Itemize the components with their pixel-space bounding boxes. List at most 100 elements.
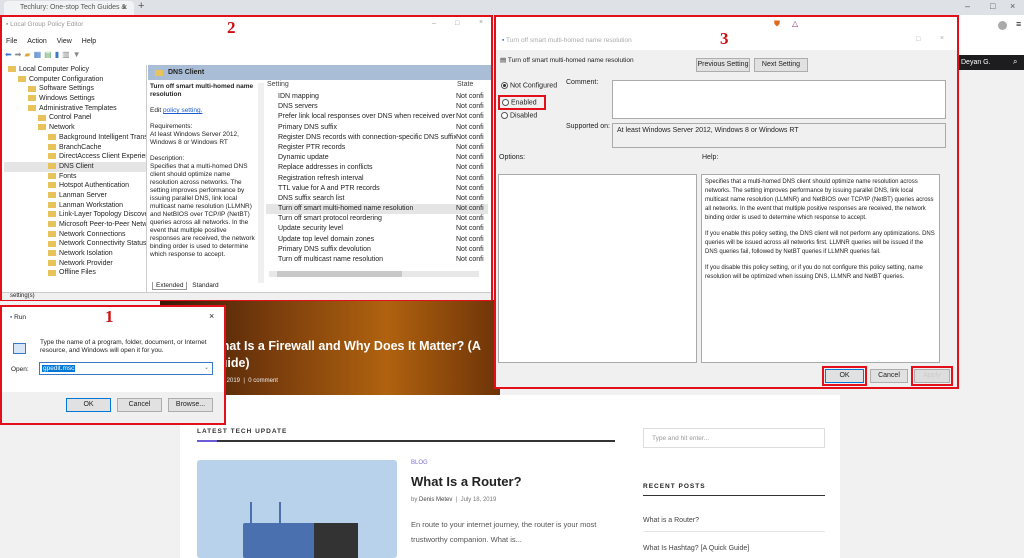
tree-item[interactable]: Local Computer Policy (4, 65, 146, 75)
export-icon[interactable]: ▤ (44, 50, 55, 59)
menu-help[interactable]: Help (82, 38, 96, 45)
tree-item[interactable]: Administrative Templates (4, 104, 146, 114)
close-icon[interactable]: × (479, 19, 483, 26)
setting-row[interactable]: Registration refresh interval Not confi (266, 174, 488, 184)
tree-item[interactable]: BranchCache (4, 143, 146, 153)
column-setting[interactable]: Setting (267, 81, 289, 88)
help-icon[interactable]: ▮ (55, 50, 62, 59)
tree-item[interactable]: Network (4, 123, 146, 133)
close-window-icon[interactable]: × (1010, 1, 1015, 11)
minimize-icon[interactable]: – (432, 20, 436, 27)
tree-item[interactable]: Hotspot Authentication (4, 181, 146, 191)
post-title[interactable]: What Is a Router? (411, 474, 522, 489)
tab-standard[interactable]: Standard (189, 282, 221, 289)
tree-item[interactable]: Microsoft Peer-to-Peer Netw (4, 220, 146, 230)
tree-item[interactable]: Software Settings (4, 84, 146, 94)
recent-post-link[interactable]: What Is Hashtag? [A Quick Guide] (643, 545, 749, 552)
radio-not-configured[interactable]: Not Configured (501, 82, 557, 89)
tree-item[interactable]: DirectAccess Client Experien (4, 152, 146, 162)
brave-shield-icon[interactable]: ⛊ (774, 19, 780, 29)
menu-view[interactable]: View (57, 38, 72, 45)
menu-icon[interactable]: ≡ (1016, 19, 1021, 29)
post-author[interactable]: Denis Metev (419, 497, 452, 503)
search-icon[interactable]: ⌕ (1013, 57, 1017, 67)
forward-icon[interactable]: ➡ (15, 50, 25, 59)
tree-item[interactable]: Network Connections (4, 230, 146, 240)
tree-item[interactable]: Network Isolation (4, 249, 146, 259)
post-category[interactable]: BLOG (411, 460, 428, 466)
tree-item[interactable]: Link-Layer Topology Discove (4, 210, 146, 220)
tree-item[interactable]: Lanman Workstation (4, 201, 146, 211)
setting-row[interactable]: Turn off smart protocol reordering Not co… (266, 214, 488, 224)
chevron-down-icon[interactable]: ⌄ (204, 364, 209, 371)
setting-row[interactable]: Turn off smart multi-homed name resoluti… (266, 204, 488, 215)
setting-row[interactable]: Primary DNS suffix devolution Not confi (266, 245, 488, 255)
new-tab-icon[interactable]: + (138, 0, 144, 12)
close-icon[interactable]: × (940, 35, 944, 42)
user-name[interactable]: Deyan G. (961, 59, 991, 66)
tree-item[interactable]: Background Intelligent Trans (4, 133, 146, 143)
open-combobox[interactable]: gpedit.msc ⌄ (39, 362, 213, 375)
router-image[interactable] (197, 460, 397, 558)
show-hide-tree-icon[interactable]: ▦ (34, 50, 45, 59)
maximize-icon[interactable]: □ (990, 1, 995, 11)
hero-title[interactable]: What Is a Firewall and Why Does It Matte… (210, 338, 510, 372)
hero-comments[interactable]: 0 comment (248, 378, 278, 384)
browser-tab[interactable]: Techlury: One-stop Tech Guides & (4, 1, 134, 15)
column-state[interactable]: State (457, 81, 473, 88)
radio-disabled[interactable]: Disabled (501, 112, 537, 119)
setting-row[interactable]: Prefer link local responses over DNS whe… (266, 112, 488, 122)
menu-action[interactable]: Action (27, 38, 46, 45)
tree-item[interactable]: Network Provider (4, 259, 146, 269)
setting-row[interactable]: IDN mapping Not confi (266, 92, 488, 102)
horizontal-scrollbar[interactable] (269, 271, 479, 277)
comment-textarea[interactable] (612, 80, 946, 119)
maximize-icon[interactable]: □ (916, 36, 920, 43)
tree-item[interactable]: Fonts (4, 172, 146, 182)
menu-file[interactable]: File (6, 38, 17, 45)
setting-row[interactable]: TTL value for A and PTR records Not confi (266, 184, 488, 194)
tree-item[interactable]: Control Panel (4, 113, 146, 123)
tree-item[interactable]: Lanman Server (4, 191, 146, 201)
browse-button[interactable]: Browse... (168, 398, 213, 412)
profile-icon[interactable] (998, 21, 1007, 30)
properties-icon[interactable]: ▥ (62, 50, 73, 59)
cancel-button[interactable]: Cancel (870, 369, 908, 383)
setting-row[interactable]: DNS suffix search list Not confi (266, 194, 488, 204)
tree-item[interactable]: Network Connectivity Status (4, 239, 146, 249)
cancel-button[interactable]: Cancel (117, 398, 162, 412)
apply-button[interactable]: Apply (914, 369, 950, 383)
setting-row[interactable]: Replace addresses in conflicts Not confi (266, 163, 488, 173)
close-icon[interactable]: × (209, 311, 214, 321)
back-icon[interactable]: ⬅ (5, 50, 15, 59)
rewards-triangle-icon[interactable]: △ (792, 19, 798, 28)
setting-row[interactable]: Register PTR records Not confi (266, 143, 488, 153)
open-input-value[interactable]: gpedit.msc (42, 365, 76, 372)
previous-setting-button[interactable]: Previous Setting (696, 58, 750, 72)
ok-button[interactable]: OK (825, 369, 864, 383)
filter-icon[interactable]: ▼ (73, 50, 84, 59)
tab-extended[interactable]: Extended (152, 282, 188, 290)
tree-item[interactable]: Windows Settings (4, 94, 146, 104)
setting-row[interactable]: Register DNS records with connection-spe… (266, 133, 488, 143)
radio-enabled[interactable]: Enabled (498, 95, 546, 110)
tree-item[interactable]: Offline Files (4, 268, 146, 278)
setting-row[interactable]: Update security level Not confi (266, 224, 488, 234)
setting-row[interactable]: Update top level domain zones Not confi (266, 235, 488, 245)
tree-item[interactable]: Computer Configuration (4, 75, 146, 85)
desc-scrollbar[interactable] (258, 83, 264, 283)
tree-item[interactable]: DNS Client (4, 161, 146, 172)
close-tab-icon[interactable]: × (122, 2, 127, 12)
setting-row[interactable]: Turn off multicast name resolution Not co… (266, 255, 488, 265)
setting-row[interactable]: DNS servers Not confi (266, 102, 488, 112)
site-search-input[interactable]: Type and hit enter... (643, 428, 825, 448)
folder-up-icon[interactable]: ▰ (24, 50, 33, 59)
edit-policy-link[interactable]: policy setting. (163, 107, 202, 114)
recent-post-link[interactable]: What is a Router? (643, 517, 699, 524)
setting-row[interactable]: Dynamic update Not confi (266, 153, 488, 163)
maximize-icon[interactable]: □ (455, 20, 459, 27)
next-setting-button[interactable]: Next Setting (754, 58, 808, 72)
setting-row[interactable]: Primary DNS suffix Not confi (266, 123, 488, 133)
minimize-icon[interactable]: – (965, 1, 970, 11)
ok-button[interactable]: OK (66, 398, 111, 412)
